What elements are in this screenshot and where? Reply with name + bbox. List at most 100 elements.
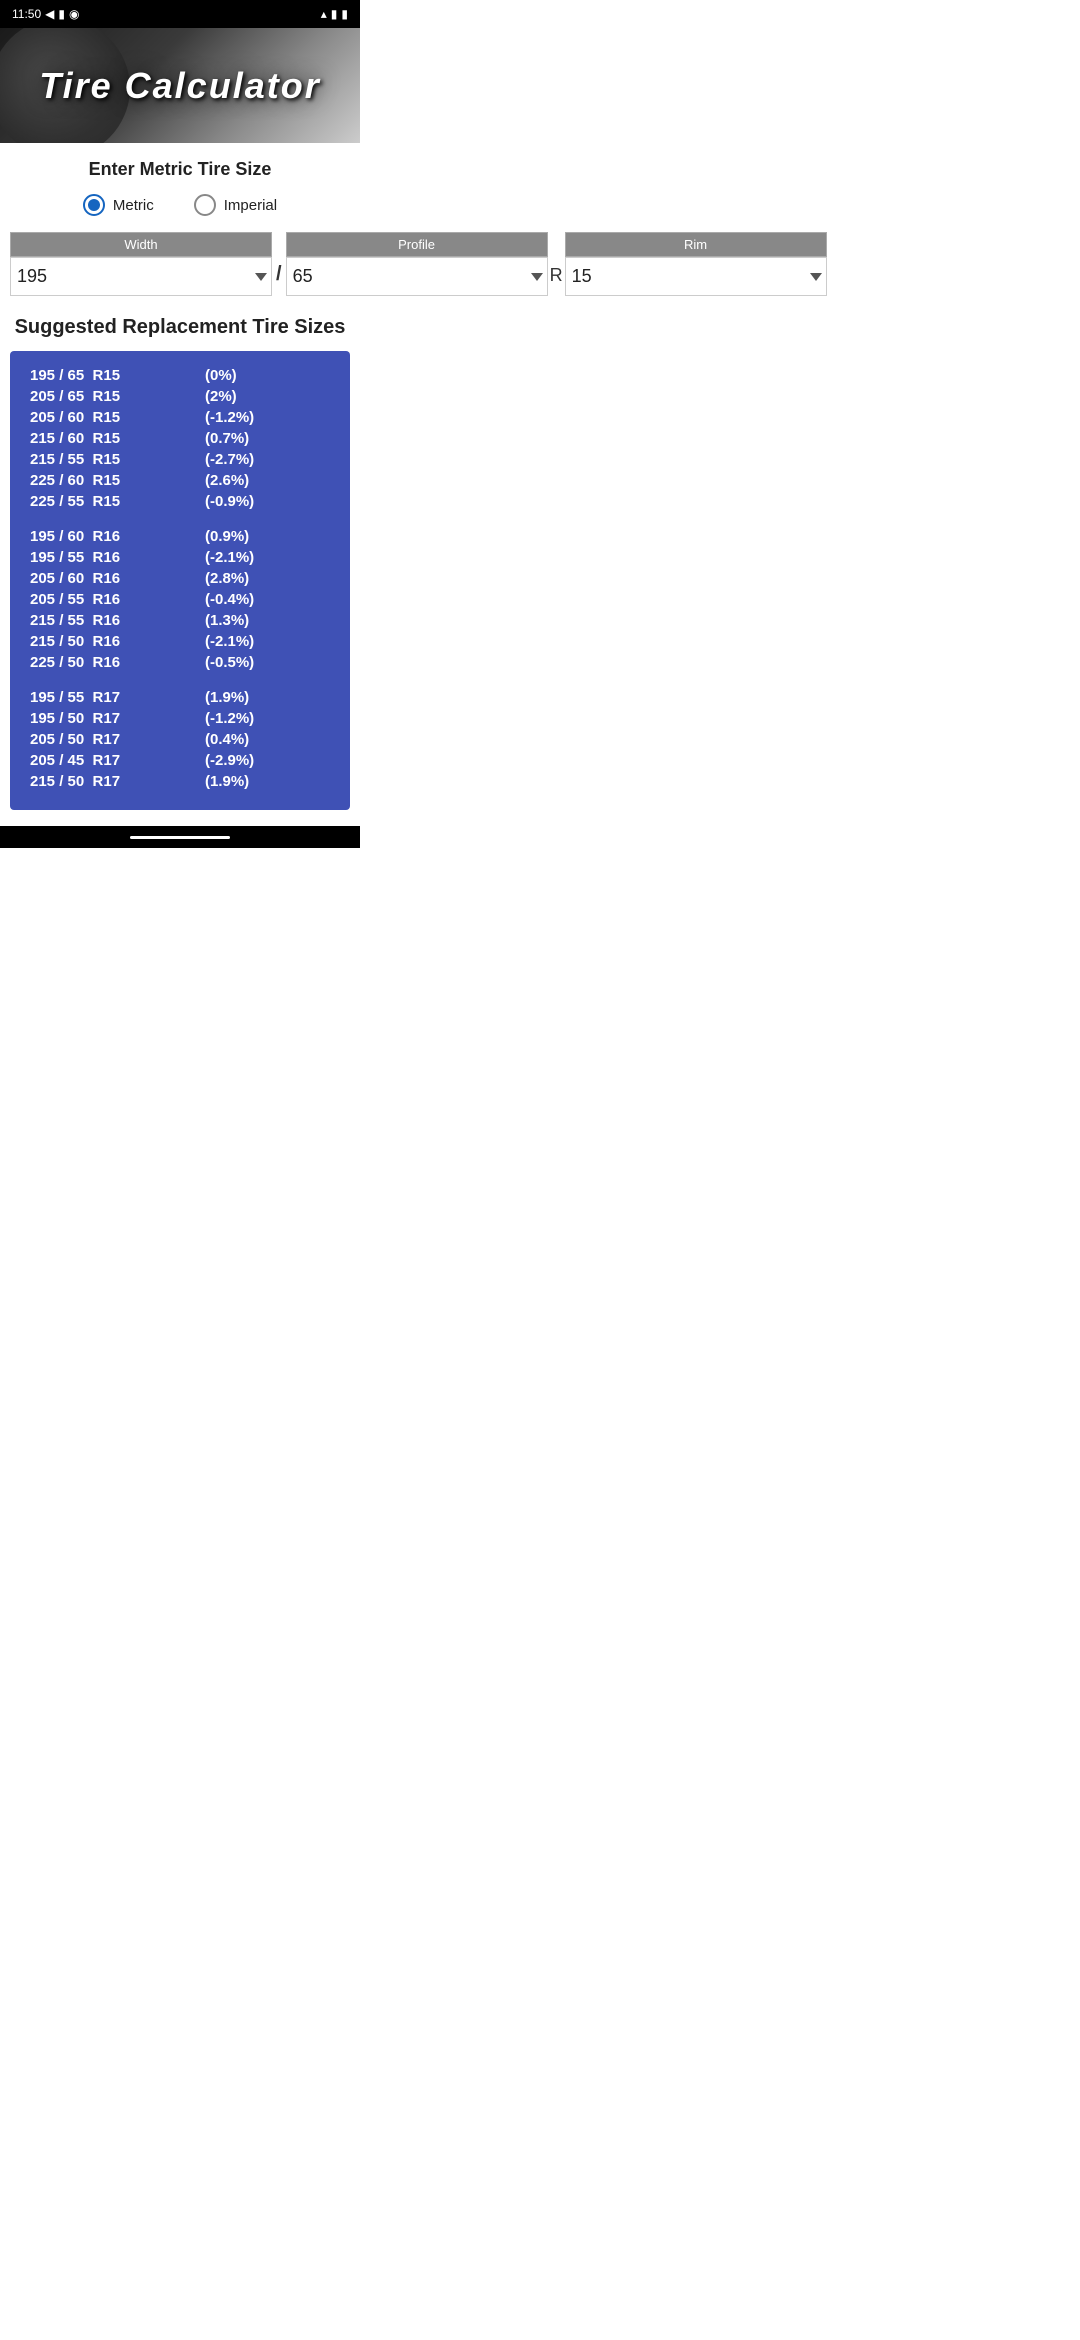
rim-input-group: Rim [565,232,827,296]
rim-input[interactable] [566,258,810,295]
sim-icon: ▮ [58,7,65,21]
table-row: 195 / 50 R17 (-1.2%) [30,710,330,727]
tire-size-text: 195 / 55 R17 [30,689,205,706]
table-row: 205 / 50 R17 (0.4%) [30,731,330,748]
table-row: 225 / 50 R16 (-0.5%) [30,654,330,671]
tire-pct-text: (1.9%) [205,773,249,790]
unit-radio-group: Metric Imperial [10,194,350,216]
table-row: 205 / 60 R15 (-1.2%) [30,409,330,426]
tire-pct-text: (0.7%) [205,430,249,447]
tire-pct-text: (0%) [205,367,237,384]
profile-input[interactable] [287,258,531,295]
tire-pct-text: (2.6%) [205,472,249,489]
tire-pct-text: (2.8%) [205,570,249,587]
imperial-radio-option[interactable]: Imperial [194,194,277,216]
imperial-radio-circle[interactable] [194,194,216,216]
signal-icon: ▮ [331,7,338,21]
rim-prefix-label: R [548,265,565,286]
imperial-radio-label: Imperial [224,197,277,214]
tire-size-text: 215 / 55 R16 [30,612,205,629]
tire-size-text: 205 / 50 R17 [30,731,205,748]
tire-size-text: 195 / 60 R16 [30,528,205,545]
tire-pct-text: (-0.4%) [205,591,254,608]
profile-field-wrap [286,257,548,296]
form-section-title: Enter Metric Tire Size [10,159,350,180]
width-input[interactable] [11,258,255,295]
tire-size-text: 215 / 55 R15 [30,451,205,468]
metric-radio-option[interactable]: Metric [83,194,154,216]
tire-size-text: 195 / 65 R15 [30,367,205,384]
battery-icon: ▮ [341,7,348,21]
tire-size-text: 205 / 65 R15 [30,388,205,405]
tire-size-text: 215 / 60 R15 [30,430,205,447]
tire-size-text: 225 / 55 R15 [30,493,205,510]
tire-pct-text: (-0.5%) [205,654,254,671]
table-row: 195 / 55 R17 (1.9%) [30,689,330,706]
tire-pct-text: (-0.9%) [205,493,254,510]
table-row: 205 / 45 R17 (-2.9%) [30,752,330,769]
home-indicator[interactable] [130,836,230,839]
main-content: Enter Metric Tire Size Metric Imperial W… [0,143,360,826]
profile-label: Profile [286,232,548,257]
table-row: 205 / 55 R16 (-0.4%) [30,591,330,608]
profile-dropdown-arrow[interactable] [531,273,543,281]
tire-pct-text: (-2.1%) [205,633,254,650]
tire-pct-text: (2%) [205,388,237,405]
results-box: 195 / 65 R15 (0%) 205 / 65 R15 (2%) 205 … [10,351,350,810]
profile-input-group: Profile [286,232,548,296]
rim-label: Rim [565,232,827,257]
tire-pct-text: (-1.2%) [205,409,254,426]
tire-size-text: 225 / 50 R16 [30,654,205,671]
tire-size-text: 195 / 50 R17 [30,710,205,727]
tire-size-text: 215 / 50 R16 [30,633,205,650]
tire-size-text: 205 / 60 R15 [30,409,205,426]
header-banner: Tire Calculator [0,28,360,143]
metric-radio-label: Metric [113,197,154,214]
table-row: 215 / 55 R15 (-2.7%) [30,451,330,468]
width-field-wrap [10,257,272,296]
tire-pct-text: (1.9%) [205,689,249,706]
tire-pct-text: (-2.1%) [205,549,254,566]
app-title: Tire Calculator [39,65,320,107]
tire-size-text: 225 / 60 R15 [30,472,205,489]
tire-size-text: 205 / 55 R16 [30,591,205,608]
result-group-r15: 195 / 65 R15 (0%) 205 / 65 R15 (2%) 205 … [30,367,330,510]
tire-pct-text: (-2.7%) [205,451,254,468]
tire-pct-text: (1.3%) [205,612,249,629]
result-group-r16: 195 / 60 R16 (0.9%) 195 / 55 R16 (-2.1%)… [30,528,330,671]
rim-field-wrap [565,257,827,296]
table-row: 215 / 55 R16 (1.3%) [30,612,330,629]
table-row: 225 / 55 R15 (-0.9%) [30,493,330,510]
tire-size-text: 195 / 55 R16 [30,549,205,566]
shield-icon: ◉ [69,7,79,21]
bottom-nav-bar [0,826,360,848]
table-row: 195 / 65 R15 (0%) [30,367,330,384]
metric-radio-circle[interactable] [83,194,105,216]
status-bar: 11:50 ◀ ▮ ◉ ▴ ▮ ▮ [0,0,360,28]
width-input-group: Width [10,232,272,296]
table-row: 205 / 65 R15 (2%) [30,388,330,405]
table-row: 225 / 60 R15 (2.6%) [30,472,330,489]
result-group-r17: 195 / 55 R17 (1.9%) 195 / 50 R17 (-1.2%)… [30,689,330,790]
notification-icon: ◀ [45,7,54,21]
tire-pct-text: (-2.9%) [205,752,254,769]
table-row: 205 / 60 R16 (2.8%) [30,570,330,587]
tire-size-text: 205 / 60 R16 [30,570,205,587]
width-dropdown-arrow[interactable] [255,273,267,281]
table-row: 195 / 55 R16 (-2.1%) [30,549,330,566]
status-time-area: 11:50 ◀ ▮ ◉ [12,7,79,21]
rim-dropdown-arrow[interactable] [810,273,822,281]
width-label: Width [10,232,272,257]
separator-slash: / [272,263,286,286]
time-display: 11:50 [12,7,41,21]
wifi-icon: ▴ [321,7,327,21]
status-icons-area: ▴ ▮ ▮ [321,7,348,21]
table-row: 215 / 50 R17 (1.9%) [30,773,330,790]
tire-pct-text: (0.4%) [205,731,249,748]
suggested-section-title: Suggested Replacement Tire Sizes [10,316,350,339]
table-row: 195 / 60 R16 (0.9%) [30,528,330,545]
table-row: 215 / 50 R16 (-2.1%) [30,633,330,650]
tire-size-input-row: Width / Profile R Rim [10,232,350,296]
tire-pct-text: (-1.2%) [205,710,254,727]
tire-size-text: 215 / 50 R17 [30,773,205,790]
